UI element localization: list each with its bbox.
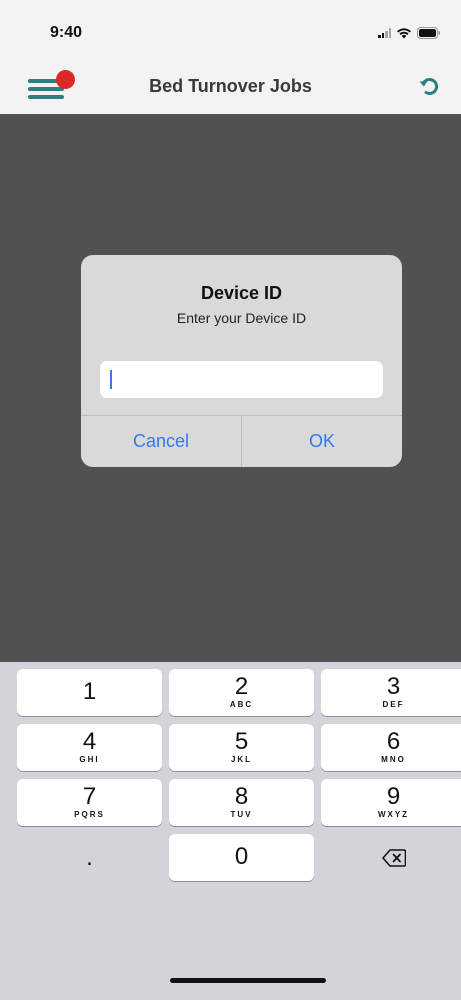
key-9[interactable]: 9 WXYZ (321, 779, 461, 826)
key-8[interactable]: 8 TUV (169, 779, 314, 826)
key-digit: 9 (386, 783, 401, 810)
key-digit: 4 (82, 728, 97, 755)
key-5[interactable]: 5 JKL (169, 724, 314, 771)
key-3[interactable]: 3 DEF (321, 669, 461, 716)
delete-key[interactable] (321, 834, 461, 881)
key-letters: JKL (230, 755, 253, 764)
key-digit: 3 (386, 673, 401, 700)
key-0[interactable]: 0 (169, 834, 314, 881)
ok-button[interactable]: OK (242, 415, 402, 467)
cancel-button[interactable]: Cancel (81, 415, 241, 467)
device-id-dialog: Device ID Enter your Device ID Cancel OK (81, 255, 402, 467)
key-letters: ABC (229, 700, 254, 709)
home-indicator (170, 978, 326, 983)
dialog-message: Enter your Device ID (176, 310, 307, 326)
text-cursor (110, 370, 112, 389)
key-2[interactable]: 2 ABC (169, 669, 314, 716)
status-time: 9:40 (50, 24, 83, 41)
backspace-icon (381, 848, 406, 867)
key-digit: 5 (234, 728, 249, 755)
key-7[interactable]: 7 PQRS (17, 779, 162, 826)
key-6[interactable]: 6 MNO (321, 724, 461, 771)
key-letters: DEF (382, 700, 405, 709)
key-digit: 6 (386, 728, 401, 755)
wifi-icon (397, 28, 411, 39)
key-letters: TUV (230, 810, 253, 819)
key-digit: 0 (234, 843, 249, 870)
refresh-button[interactable] (417, 74, 441, 98)
key-1[interactable]: 1 (17, 669, 162, 716)
key-digit: 1 (82, 678, 97, 705)
page-title: Bed Turnover Jobs (149, 76, 312, 96)
numeric-keypad: 1 2 ABC 3 DEF 4 GHI 5 JKL 6 MNO 7 PQRS 8… (0, 662, 461, 1000)
nav-bar: Bed Turnover Jobs (0, 60, 461, 114)
key-letters: MNO (381, 755, 406, 764)
status-icons (378, 27, 441, 39)
key-letters: WXYZ (377, 810, 410, 819)
cellular-signal-icon (378, 28, 391, 38)
key-letters: GHI (79, 755, 100, 764)
device-id-input[interactable] (100, 361, 383, 398)
key-digit: 8 (234, 783, 249, 810)
status-bar: 9:40 (0, 0, 461, 60)
battery-icon (417, 27, 440, 39)
decimal-key[interactable]: . (17, 834, 162, 881)
dialog-title: Device ID (200, 283, 283, 303)
key-digit: 7 (82, 783, 97, 810)
key-letters: PQRS (74, 810, 105, 819)
key-digit: 2 (234, 673, 249, 700)
refresh-icon (419, 78, 439, 95)
key-4[interactable]: 4 GHI (17, 724, 162, 771)
